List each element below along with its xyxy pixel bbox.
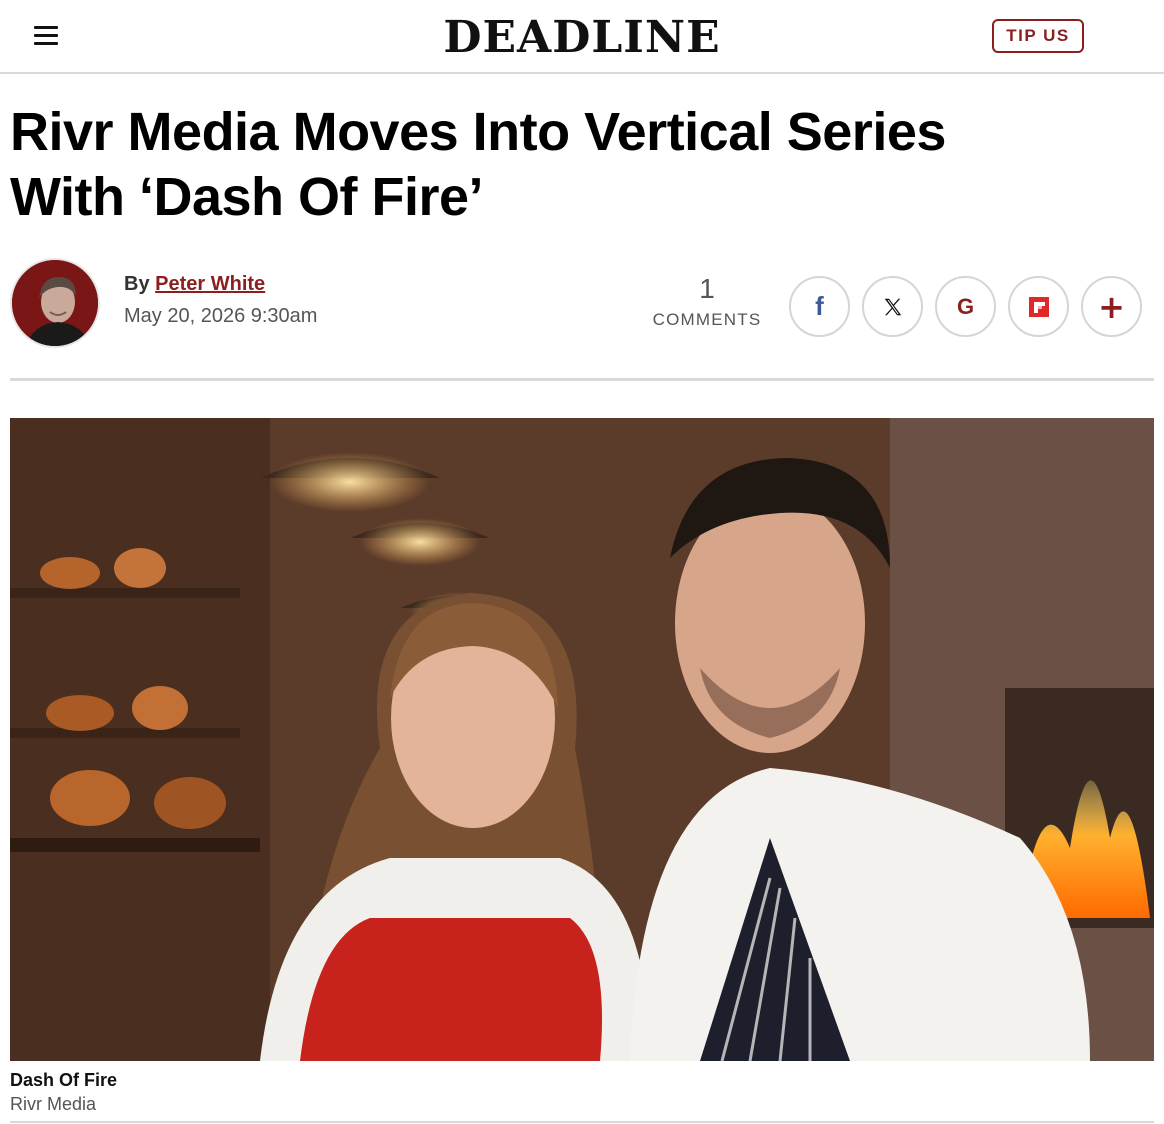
- headline-line-2: With ‘Dash Of Fire’: [10, 167, 484, 227]
- flipboard-icon: [1028, 296, 1049, 317]
- x-icon: [884, 298, 901, 315]
- google-icon: G: [956, 293, 975, 319]
- by-label: By: [124, 273, 150, 295]
- tip-us-button[interactable]: TIP US: [992, 19, 1084, 53]
- byline: By Peter White: [124, 273, 265, 296]
- author-avatar[interactable]: [10, 258, 100, 348]
- flipboard-share-button[interactable]: [1008, 276, 1069, 337]
- headline-line-1: Rivr Media Moves Into Vertical Series: [10, 102, 946, 162]
- facebook-icon: f: [815, 291, 824, 321]
- article-headline: Rivr Media Moves Into Vertical Series Wi…: [10, 100, 1110, 230]
- comments-count: 1: [699, 273, 715, 304]
- comments-label: COMMENTS: [652, 310, 762, 329]
- google-share-button[interactable]: G: [935, 276, 996, 337]
- byline-divider: [10, 378, 1154, 381]
- author-link[interactable]: Peter White: [155, 273, 265, 295]
- publish-date: May 20, 2026 9:30am: [124, 305, 318, 327]
- image-caption-title: Dash Of Fire: [10, 1070, 118, 1090]
- plus-icon: +: [1098, 287, 1125, 326]
- hero-image[interactable]: [10, 418, 1154, 1061]
- facebook-share-button[interactable]: f: [789, 276, 850, 337]
- site-logo[interactable]: DEADLINE: [0, 12, 1164, 63]
- more-share-button[interactable]: +: [1081, 276, 1142, 337]
- x-share-button[interactable]: [862, 276, 923, 337]
- caption-divider: [10, 1121, 1154, 1123]
- image-caption-credit: Rivr Media: [10, 1094, 97, 1114]
- site-header: DEADLINE TIP US: [0, 0, 1164, 74]
- comments-link[interactable]: 1 COMMENTS: [648, 274, 766, 330]
